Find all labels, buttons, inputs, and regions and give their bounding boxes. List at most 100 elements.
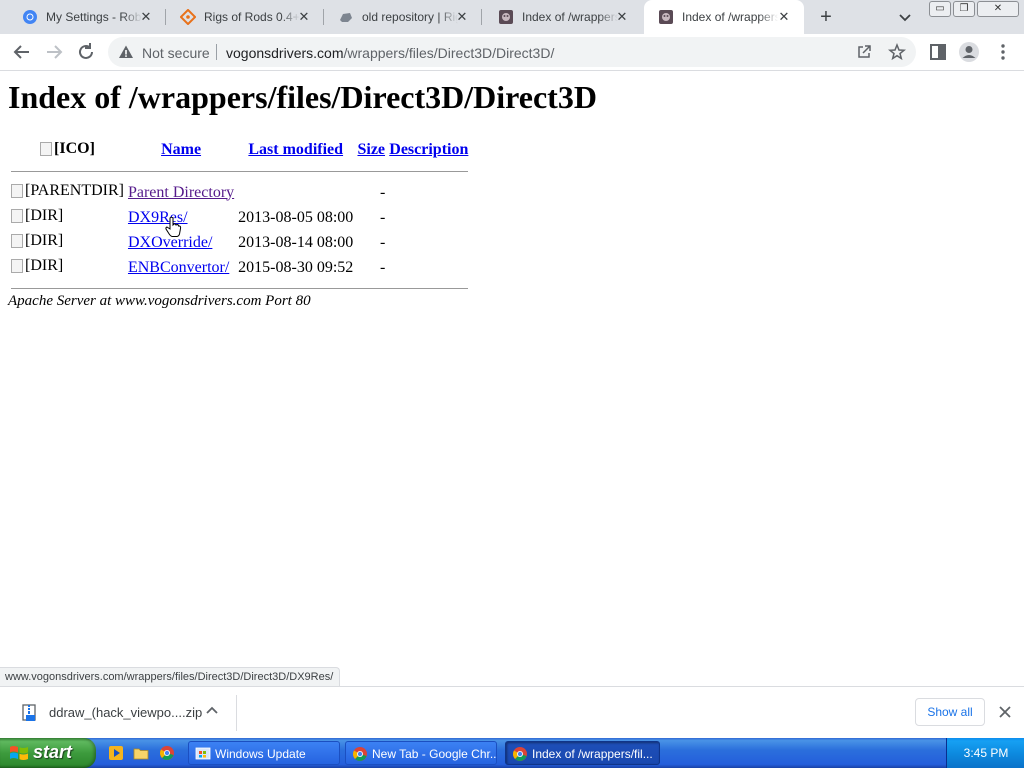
close-window-button[interactable]: ✕: [977, 1, 1019, 17]
row-description: [388, 231, 469, 254]
row-size: -: [379, 208, 386, 226]
browser-toolbar: Not secure vogonsdrivers.com/wrappers/fi…: [0, 34, 1024, 71]
chrome-icon[interactable]: [159, 745, 175, 761]
table-row: [DIR] ENBConvertor/ 2015-08-30 09:52 -: [10, 256, 469, 279]
side-panel-icon[interactable]: [927, 41, 949, 63]
profile-avatar-icon[interactable]: [958, 41, 980, 63]
tab-title: Index of /wrappers/files: [682, 10, 778, 24]
column-header-name[interactable]: Name: [127, 138, 235, 162]
warning-icon[interactable]: [118, 44, 134, 60]
hand-cursor-icon: [165, 216, 182, 237]
close-icon[interactable]: ✕: [614, 9, 630, 25]
column-header-icon: [ICO]: [10, 138, 125, 162]
download-shelf: ddraw_(hack_viewpo....zip Show all: [0, 686, 1024, 739]
row-description: [388, 256, 469, 279]
download-separator: [236, 695, 237, 731]
sort-by-modified-link[interactable]: Last modified: [248, 141, 343, 158]
reload-icon[interactable]: [75, 41, 97, 63]
tab-title: old repository | Rigs of Rods: [362, 10, 458, 24]
taskbar-item-new-tab[interactable]: New Tab - Google Chr...: [345, 741, 497, 765]
chevron-down-icon[interactable]: [896, 8, 914, 26]
menu-kebab-icon[interactable]: [992, 41, 1014, 63]
taskbar-item-index-of-wrappers[interactable]: Index of /wrappers/fil...: [505, 741, 660, 765]
start-label: start: [33, 742, 73, 762]
page-content: Index of /wrappers/files/Direct3D/Direct…: [0, 71, 1024, 686]
broken-image-icon: [PARENTDIR]: [11, 182, 124, 200]
broken-image-icon: [DIR]: [11, 207, 63, 225]
row-icon: [DIR]: [10, 206, 125, 229]
zip-file-icon[interactable]: [20, 703, 40, 723]
windows-logo-icon: [10, 746, 28, 761]
server-signature: Apache Server at www.vogonsdrivers.com P…: [8, 293, 311, 309]
minimize-button[interactable]: ▭: [929, 1, 951, 17]
listing-header-row: [ICO] Name Last modified Size Descriptio…: [10, 138, 469, 162]
close-icon[interactable]: ✕: [296, 9, 312, 25]
sort-by-size-link[interactable]: Size: [357, 141, 385, 158]
vogons-icon: [659, 10, 673, 24]
column-header-description[interactable]: Description: [388, 138, 469, 162]
chrome-icon: [513, 747, 527, 761]
start-button[interactable]: start: [0, 738, 96, 768]
row-name[interactable]: Parent Directory: [127, 181, 235, 204]
chrome-icon: [353, 747, 367, 761]
close-icon[interactable]: ✕: [454, 9, 470, 25]
tab-roblox-settings[interactable]: My Settings - Roblox ✕: [8, 0, 166, 34]
taskbar-item-label: New Tab - Google Chr...: [372, 747, 497, 761]
show-all-button[interactable]: Show all: [915, 698, 985, 726]
page-title: Index of /wrappers/files/Direct3D/Direct…: [8, 79, 597, 115]
restore-button[interactable]: ❐: [953, 1, 975, 17]
row-icon: [PARENTDIR]: [10, 181, 125, 204]
sort-by-name-link[interactable]: Name: [161, 141, 201, 158]
forward-arrow-icon[interactable]: [43, 41, 65, 63]
new-tab-button[interactable]: +: [815, 6, 837, 28]
chevron-up-icon[interactable]: [204, 703, 220, 719]
enbconvertor-link[interactable]: ENBConvertor/: [128, 259, 229, 276]
row-modified: 2015-08-30 09:52: [238, 258, 354, 276]
close-icon[interactable]: [997, 704, 1013, 720]
row-icon: [DIR]: [10, 256, 125, 279]
tab-old-repository[interactable]: old repository | Rigs of Rods ✕: [324, 0, 482, 34]
row-size: -: [379, 233, 386, 251]
parent-directory-link[interactable]: Parent Directory: [128, 184, 234, 201]
share-icon[interactable]: [856, 44, 872, 60]
broken-image-icon: [DIR]: [11, 257, 63, 275]
column-header-size[interactable]: Size: [356, 138, 386, 162]
link-status-bubble: www.vogonsdrivers.com/wrappers/files/Dir…: [0, 667, 341, 687]
tab-index-wrappers-1[interactable]: Index of /wrappers/files ✕: [484, 0, 642, 34]
column-header-modified[interactable]: Last modified: [237, 138, 354, 162]
back-arrow-icon[interactable]: [11, 41, 33, 63]
close-icon[interactable]: ✕: [138, 9, 154, 25]
row-name[interactable]: ENBConvertor/: [127, 256, 235, 279]
broken-image-icon: [ICO]: [40, 140, 95, 158]
address-bar[interactable]: Not secure vogonsdrivers.com/wrappers/fi…: [108, 37, 916, 67]
security-label[interactable]: Not secure: [142, 45, 210, 61]
close-icon: ✕: [993, 3, 1003, 14]
tab-title: Index of /wrappers/files: [522, 10, 618, 24]
tab-title: Rigs of Rods 0.4+ online: [204, 10, 300, 24]
bookmark-star-icon[interactable]: [888, 43, 906, 61]
taskbar-item-windows-update[interactable]: Windows Update: [188, 741, 340, 765]
download-file-name[interactable]: ddraw_(hack_viewpo....zip: [49, 705, 202, 720]
system-tray: 3:45 PM: [946, 738, 1024, 768]
chrome-icon: [23, 10, 37, 24]
vogons-icon: [499, 10, 513, 24]
sort-by-description-link[interactable]: Description: [389, 141, 468, 158]
minimize-icon: ▭: [935, 3, 945, 14]
close-icon[interactable]: ✕: [776, 9, 792, 25]
folder-icon[interactable]: [133, 745, 149, 761]
taskbar-item-label: Index of /wrappers/fil...: [532, 747, 653, 761]
media-player-icon[interactable]: [108, 745, 124, 761]
tab-strip: My Settings - Roblox ✕ Rigs of Rods 0.4+…: [0, 0, 1024, 34]
windows-update-icon: [195, 747, 211, 760]
tab-title: My Settings - Roblox: [46, 10, 142, 24]
restore-icon: ❐: [959, 3, 969, 14]
tab-rigs-of-rods[interactable]: Rigs of Rods 0.4+ online ✕: [166, 0, 324, 34]
taskbar-item-label: Windows Update: [215, 747, 306, 761]
tab-index-wrappers-active[interactable]: Index of /wrappers/files ✕: [644, 0, 804, 34]
url-text[interactable]: vogonsdrivers.com/wrappers/files/Direct3…: [226, 45, 554, 61]
row-size: -: [379, 183, 386, 201]
row-modified: 2013-08-05 08:00: [238, 208, 354, 226]
clock[interactable]: 3:45 PM: [947, 746, 1024, 760]
rigs-of-rods-icon: [180, 9, 196, 25]
row-icon: [DIR]: [10, 231, 125, 254]
